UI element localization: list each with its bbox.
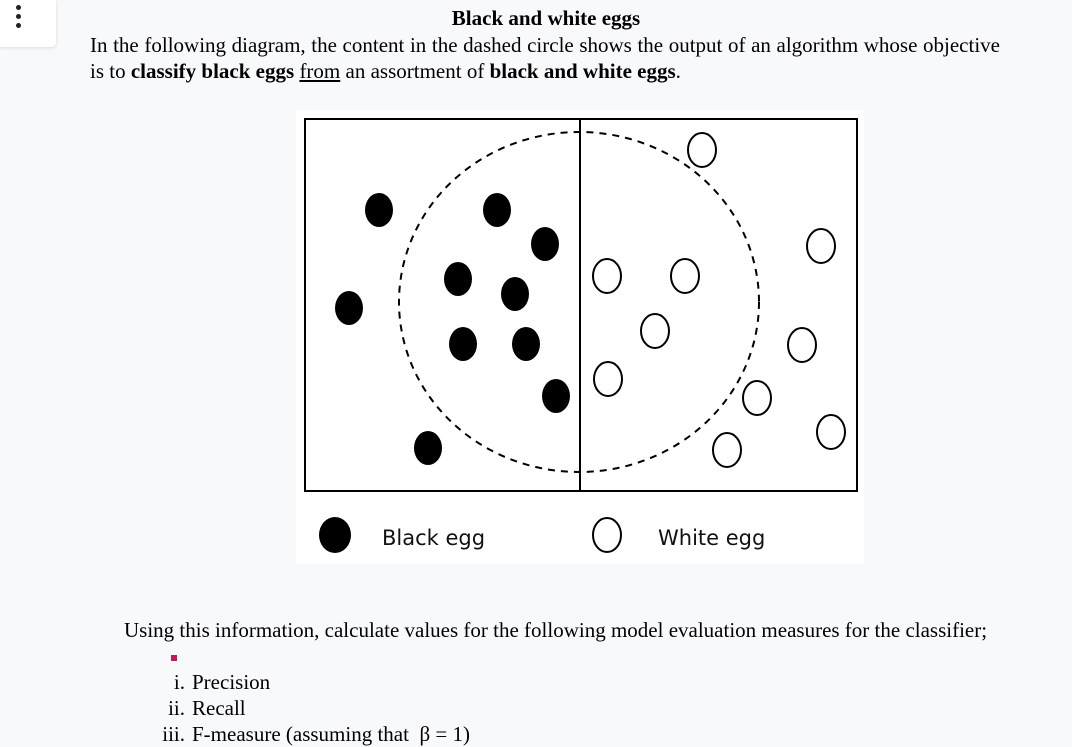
list-item-text: Recall <box>192 696 246 720</box>
list-item-text: F-measure (assuming that β = 1) <box>192 722 470 746</box>
black-egg <box>542 379 570 413</box>
black-egg <box>335 291 363 325</box>
eggs-diagram-svg <box>304 118 858 553</box>
list-item: i. Precision <box>0 669 600 695</box>
black-egg <box>531 227 559 261</box>
white-egg <box>670 258 700 294</box>
text-cursor-marker <box>171 655 177 661</box>
list-item-number: i. <box>173 670 185 694</box>
legend-black-egg-label: Black egg <box>382 526 486 550</box>
black-egg <box>449 327 477 361</box>
black-egg <box>414 431 442 465</box>
black-egg <box>483 193 511 227</box>
black-eggs <box>335 193 570 465</box>
eggs-diagram: Black egg White egg <box>296 110 864 564</box>
white-egg <box>712 432 742 468</box>
list-item: ii. Recall <box>0 695 600 721</box>
black-egg <box>444 262 472 296</box>
white-egg <box>687 132 717 168</box>
white-egg <box>593 361 623 397</box>
intro-paragraph: In the following diagram, the content in… <box>90 32 1000 84</box>
white-egg <box>787 327 817 363</box>
intro-underlined-from: from <box>299 59 341 83</box>
white-egg <box>742 380 772 416</box>
intro-text-2: an assortment of <box>340 59 490 83</box>
black-egg <box>501 277 529 311</box>
list-item: iii. F-measure (assuming that β = 1) <box>0 721 600 747</box>
intro-bold-assortment: black and white eggs <box>489 59 676 83</box>
black-egg <box>512 327 540 361</box>
intro-end: . <box>675 59 681 83</box>
white-egg <box>592 258 622 294</box>
legend-white-egg-label: White egg <box>658 526 766 550</box>
white-eggs <box>592 132 846 468</box>
list-item-number: iii. <box>162 722 185 746</box>
white-egg <box>640 313 670 349</box>
black-egg <box>365 193 393 227</box>
document-title: Black and white eggs <box>451 6 641 30</box>
legend-white-egg-icon <box>592 517 622 553</box>
question-paragraph: Using this information, calculate values… <box>124 618 988 642</box>
list-item-text: Precision <box>192 670 271 694</box>
legend-black-egg-icon <box>319 517 351 553</box>
white-egg <box>816 414 846 450</box>
list-item-number: ii. <box>168 696 185 720</box>
white-egg <box>806 228 836 264</box>
intro-bold-classify: classify black eggs <box>130 59 295 83</box>
